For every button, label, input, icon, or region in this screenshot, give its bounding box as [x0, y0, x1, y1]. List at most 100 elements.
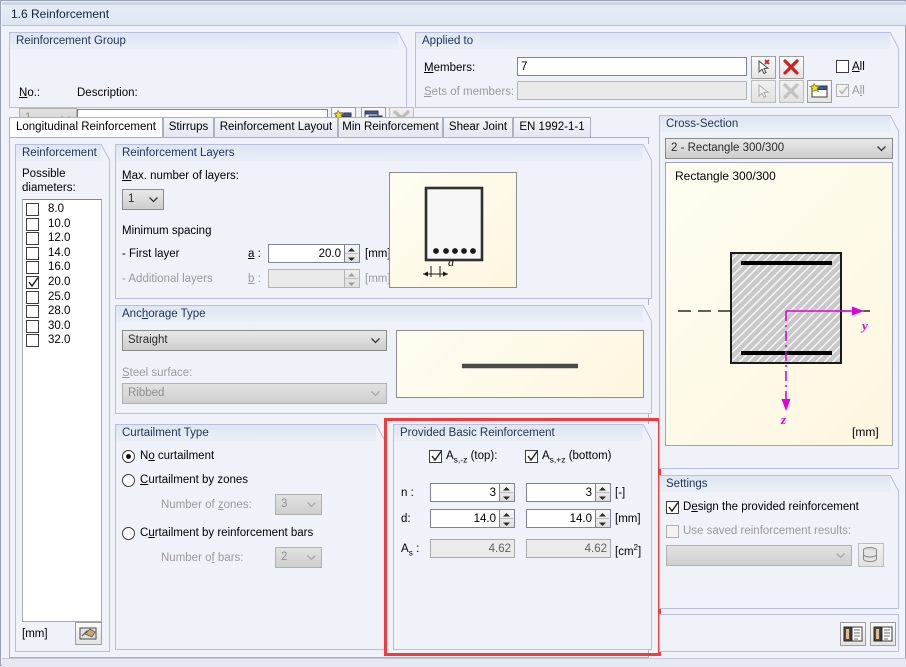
first-layer-spinner[interactable] — [345, 244, 360, 263]
cross-section-select[interactable]: 2 - Rectangle 300/300 — [665, 138, 893, 159]
reinforcement-diameters-panel: Reinforcement Possible diameters: 8.0 10… — [15, 144, 110, 652]
n-bottom-input[interactable] — [526, 483, 596, 502]
diameter-checkbox-8[interactable] — [26, 203, 39, 216]
diameter-settings-icon — [79, 627, 97, 640]
window-title-bar: 1.6 Reinforcement — [2, 2, 906, 26]
sets-all-checkbox — [836, 84, 849, 97]
tab-longitudinal-reinforcement[interactable]: Longitudinal Reinforcement — [9, 117, 163, 138]
chevron-down-icon — [371, 338, 380, 344]
clear-members-button[interactable] — [779, 56, 804, 79]
diameter-checkbox-16[interactable] — [26, 261, 39, 275]
anchorage-diagram — [462, 363, 578, 369]
pick-members-button[interactable] — [751, 56, 776, 79]
reinforcement-unit-label: [mm] — [22, 628, 48, 640]
tab-stirrups[interactable]: Stirrups — [163, 117, 214, 138]
additional-layers-input — [268, 269, 345, 288]
diameter-checkbox-28[interactable] — [26, 305, 39, 319]
row-d-label: d: — [401, 513, 411, 525]
diameter-settings-button[interactable] — [75, 622, 102, 645]
d-bottom-input[interactable] — [526, 509, 596, 528]
spinner-up-icon — [345, 270, 358, 278]
curtailment-type-panel: Curtailment Type No curtailment Curtailm… — [115, 424, 385, 650]
spinner-down-icon[interactable] — [596, 519, 609, 527]
as-bottom-checkbox[interactable] — [525, 450, 538, 463]
new-set-button[interactable] — [807, 80, 832, 103]
d-top-input[interactable] — [430, 509, 500, 528]
design-provided-checkbox[interactable] — [666, 501, 679, 514]
diameter-label-14: 14.0 — [48, 246, 71, 259]
diameter-checkbox-32[interactable] — [26, 334, 39, 348]
number-of-bars-label: Number of bars: — [161, 552, 244, 564]
spinner-down-icon[interactable] — [500, 519, 513, 527]
d-unit-label: [mm] — [615, 513, 641, 525]
first-layer-symbol: a : — [248, 248, 261, 260]
spinner-up-icon[interactable] — [345, 245, 358, 253]
tab-min-reinforcement[interactable]: Min Reinforcement — [338, 117, 443, 138]
tab-reinforcement-layout[interactable]: Reinforcement Layout — [214, 117, 338, 138]
anchorage-legend: Anchorage Type — [122, 308, 206, 320]
spinner-up-icon[interactable] — [596, 510, 609, 518]
spinner-up-icon[interactable] — [500, 484, 513, 492]
curtailment-legend: Curtailment Type — [122, 427, 209, 439]
reinforcement-group-header: Reinforcement Group — [9, 32, 398, 49]
reinforcement-group-legend: Reinforcement Group — [16, 35, 126, 47]
radio-no-curtailment[interactable] — [122, 450, 135, 463]
sets-of-members-input — [517, 81, 747, 100]
members-input[interactable] — [517, 57, 747, 76]
n-top-input[interactable] — [430, 483, 500, 502]
spinner-down-icon[interactable] — [345, 254, 358, 262]
diameter-checkbox-20[interactable] — [26, 275, 39, 289]
curtailment-header: Curtailment Type — [115, 424, 376, 441]
members-label: Members: — [424, 62, 476, 74]
cross-section-panel: Cross-Section 2 - Rectangle 300/300 Rect… — [659, 115, 899, 469]
possible-diameters-label-line2: diameters: — [22, 182, 76, 194]
first-layer-input[interactable] — [268, 244, 345, 263]
radio-curtailment-by-bars[interactable] — [122, 527, 135, 540]
n-top-spinner[interactable] — [500, 483, 515, 502]
details-button-1[interactable] — [840, 622, 866, 646]
min-spacing-label: Minimum spacing — [122, 225, 212, 237]
diameter-checkbox-14[interactable] — [26, 246, 39, 260]
max-layers-select[interactable]: 1 — [122, 189, 164, 210]
cross-section-header-corner — [890, 115, 899, 132]
as-top-output — [430, 539, 515, 558]
diameter-checkbox-30[interactable] — [26, 319, 39, 333]
curtailment-body — [115, 441, 385, 650]
spinner-down-icon[interactable] — [500, 493, 513, 501]
group-description-label: Description: — [77, 87, 138, 99]
tab-en-1992-1-1[interactable]: EN 1992-1-1 — [513, 117, 591, 138]
members-all-checkbox[interactable] — [836, 60, 849, 73]
d-bottom-spinner[interactable] — [596, 509, 611, 528]
d-top-spinner[interactable] — [500, 509, 515, 528]
diameter-checkbox-25[interactable] — [26, 290, 39, 304]
tab-shear-joint[interactable]: Shear Joint — [443, 117, 513, 138]
saved-results-database-button — [858, 543, 884, 567]
max-layers-value: 1 — [128, 193, 135, 205]
diameter-label-30: 30.0 — [48, 319, 71, 332]
diameter-label-32: 32.0 — [48, 334, 71, 347]
number-of-bars-value: 2 — [281, 551, 288, 563]
reinforcement-header-corner — [101, 144, 110, 161]
spinner-up-icon[interactable] — [500, 510, 513, 518]
spinner-down-icon[interactable] — [596, 493, 609, 501]
use-saved-results-checkbox[interactable] — [666, 525, 679, 538]
number-of-bars-select: 2 — [275, 547, 322, 568]
n-bottom-spinner[interactable] — [596, 483, 611, 502]
details-button-2[interactable] — [870, 622, 896, 646]
applied-to-header: Applied to — [415, 32, 890, 49]
radio-curtailment-by-zones[interactable] — [122, 474, 135, 487]
diameter-list[interactable]: 8.0 10.0 12.0 14.0 16.0 20.0 25.0 28.0 3… — [22, 199, 102, 622]
label-curtailment-by-zones: Curtailment by zones — [140, 474, 249, 486]
diameter-checkbox-10[interactable] — [26, 217, 39, 231]
members-all-label: AAllll — [852, 61, 865, 73]
steel-surface-label: Steel surface: — [122, 367, 193, 379]
label-no-curtailment: No curtailment — [140, 450, 215, 462]
anchorage-preview — [396, 330, 644, 398]
anchorage-type-select[interactable]: Straight — [122, 330, 387, 351]
provided-header: Provided Basic Reinforcement — [393, 424, 643, 441]
additional-layers-symbol: b : — [248, 273, 261, 285]
diameter-checkbox-12[interactable] — [26, 232, 39, 246]
as-top-checkbox[interactable] — [429, 450, 442, 463]
design-provided-label: Design the provided reinforcement — [683, 501, 859, 513]
spinner-up-icon[interactable] — [596, 484, 609, 492]
